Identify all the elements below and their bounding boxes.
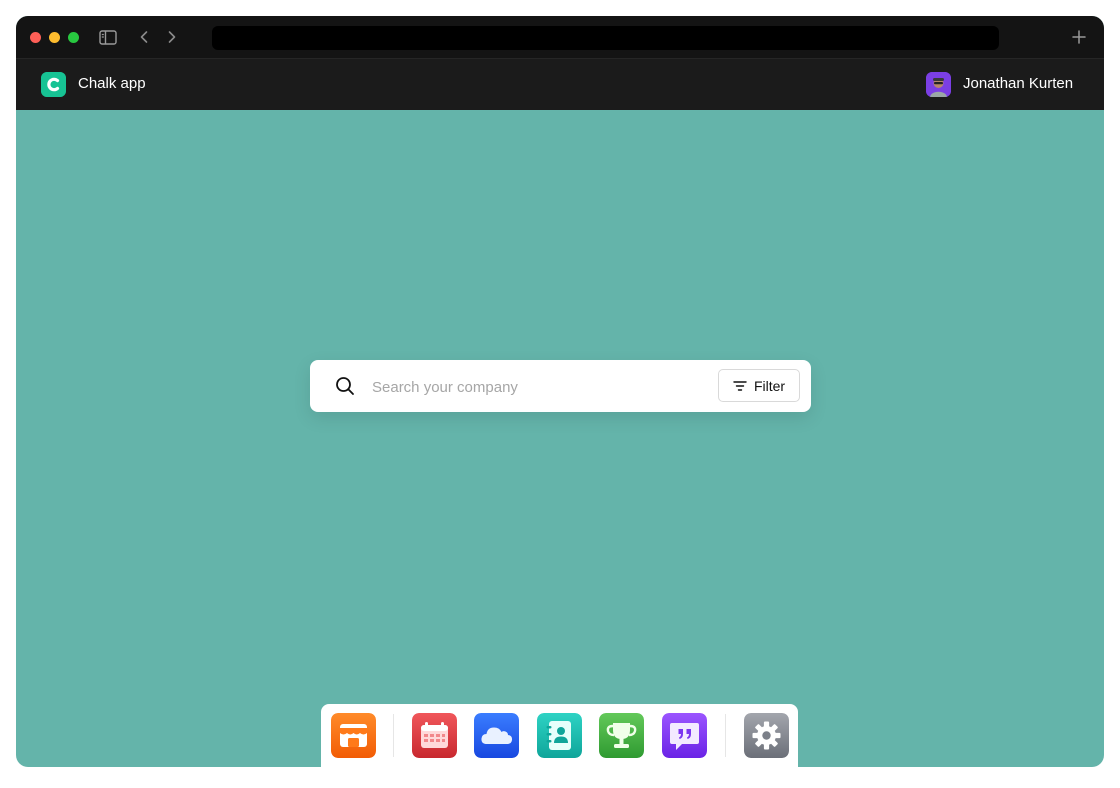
app-name[interactable]: Chalk app <box>78 75 146 93</box>
filter-button[interactable]: Filter <box>718 369 800 402</box>
back-arrow-icon[interactable] <box>137 29 151 45</box>
settings-icon[interactable] <box>744 713 789 758</box>
search-card: Filter <box>310 360 811 412</box>
contacts-icon[interactable] <box>537 713 582 758</box>
cloud-icon[interactable] <box>474 713 519 758</box>
maximize-window-button[interactable] <box>68 32 79 43</box>
chalk-logo-icon[interactable] <box>41 72 66 97</box>
close-window-button[interactable] <box>30 32 41 43</box>
browser-window: Chalk app Jonathan Kurten Filter <box>16 16 1104 767</box>
filter-icon <box>733 380 747 391</box>
filter-button-label: Filter <box>753 377 786 394</box>
minimize-window-button[interactable] <box>49 32 60 43</box>
forward-arrow-icon[interactable] <box>165 29 179 45</box>
trophy-icon[interactable] <box>599 713 644 758</box>
new-tab-plus-icon[interactable] <box>1070 28 1088 46</box>
calendar-icon[interactable] <box>412 713 457 758</box>
app-header: Chalk app Jonathan Kurten <box>16 58 1104 110</box>
store-icon[interactable] <box>331 713 376 758</box>
sidebar-toggle-icon[interactable] <box>99 30 117 45</box>
app-dock <box>321 704 798 767</box>
user-avatar[interactable] <box>926 72 951 97</box>
quotes-icon[interactable] <box>662 713 707 758</box>
dock-separator <box>725 714 726 757</box>
search-icon <box>336 377 354 395</box>
user-name[interactable]: Jonathan Kurten <box>963 75 1073 93</box>
search-input[interactable] <box>370 374 704 400</box>
address-bar[interactable] <box>212 26 999 50</box>
dock-separator <box>393 714 394 757</box>
browser-titlebar <box>16 16 1104 58</box>
